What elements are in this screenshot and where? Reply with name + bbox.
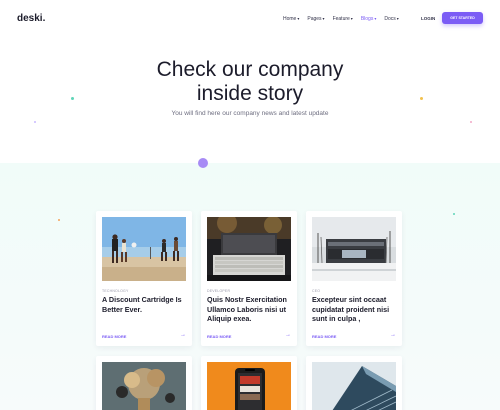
- page-subtitle: You will find here our company news and …: [171, 110, 329, 117]
- nav-item-label: Home: [283, 16, 297, 22]
- card-image: [102, 362, 186, 410]
- card-category: CEO: [312, 289, 321, 293]
- read-more-link[interactable]: READ MORE: [207, 334, 231, 339]
- arrow-right-icon[interactable]: →: [180, 332, 186, 338]
- blog-card[interactable]: DEVELOPER Quis Nostr Exercitation Ullamc…: [201, 211, 297, 346]
- blog-card[interactable]: TECHNOLOGY A Discount Cartridge Is Bette…: [96, 211, 192, 346]
- card-category: DEVELOPER: [207, 289, 231, 293]
- dried-flowers-photo: [102, 362, 186, 410]
- nav-item-label: Blogs: [360, 16, 374, 22]
- login-link[interactable]: LOGIN: [421, 16, 435, 21]
- card-title[interactable]: Excepteur sint occaat cupidatat proident…: [312, 295, 400, 324]
- glass-tower-photo: [312, 362, 396, 410]
- chevron-down-icon: ▾: [350, 16, 353, 21]
- nav-item-label: Docs: [384, 16, 396, 22]
- card-title[interactable]: Quis Nostr Exercitation Ullamco Laboris …: [207, 295, 295, 324]
- smartphone-orange-photo: [207, 362, 291, 410]
- page-title: Check our company inside story: [100, 58, 400, 106]
- beach-volleyball-photo: [102, 217, 186, 281]
- nav-item-pages[interactable]: Pages▾: [307, 16, 324, 22]
- nav-item-label: Pages: [307, 16, 322, 22]
- nav-item-docs[interactable]: Docs▾: [384, 16, 398, 22]
- arrow-right-icon[interactable]: →: [285, 332, 291, 338]
- card-image: [102, 217, 186, 281]
- chevron-down-icon: ▾: [297, 16, 300, 21]
- main-nav: Home▾ Pages▾ Feature▾ Blogs▾ Docs▾: [283, 16, 407, 22]
- keyboard-workspace-photo: [207, 217, 291, 281]
- chevron-down-icon: ▾: [396, 16, 399, 21]
- decorative-dot: [198, 158, 208, 168]
- card-image: [312, 362, 396, 410]
- decorative-dot: [58, 219, 60, 221]
- arrow-right-icon[interactable]: →: [390, 332, 396, 338]
- blog-card[interactable]: [201, 356, 297, 410]
- blog-card[interactable]: [306, 356, 402, 410]
- top-navbar: deski. Home▾ Pages▾ Feature▾ Blogs▾ Docs…: [0, 0, 500, 40]
- card-title[interactable]: A Discount Cartridge Is Better Ever.: [102, 295, 190, 314]
- decorative-dot: [470, 121, 472, 123]
- nav-item-label: Feature: [332, 16, 350, 22]
- read-more-link[interactable]: READ MORE: [102, 334, 126, 339]
- decorative-dot: [420, 97, 423, 100]
- chevron-down-icon: ▾: [374, 16, 377, 21]
- decorative-dot: [71, 97, 74, 100]
- chevron-down-icon: ▾: [322, 16, 325, 21]
- blog-card[interactable]: CEO Excepteur sint occaat cupidatat proi…: [306, 211, 402, 346]
- title-line: Check our company: [156, 58, 344, 81]
- decorative-dot: [34, 121, 36, 123]
- card-category: TECHNOLOGY: [102, 289, 129, 293]
- card-image: [312, 217, 396, 281]
- logo[interactable]: deski.: [17, 13, 45, 24]
- modern-building-photo: [312, 217, 396, 281]
- nav-item-home[interactable]: Home▾: [283, 16, 299, 22]
- nav-item-feature[interactable]: Feature▾: [333, 16, 353, 22]
- title-line: inside story: [196, 82, 304, 105]
- read-more-link[interactable]: READ MORE: [312, 334, 336, 339]
- card-image: [207, 362, 291, 410]
- blog-page: deski. Home▾ Pages▾ Feature▾ Blogs▾ Docs…: [0, 0, 500, 410]
- blog-card[interactable]: [96, 356, 192, 410]
- get-started-button[interactable]: GET STARTED: [442, 12, 483, 24]
- nav-item-blogs[interactable]: Blogs▾: [361, 16, 377, 22]
- decorative-dot: [453, 213, 455, 215]
- card-image: [207, 217, 291, 281]
